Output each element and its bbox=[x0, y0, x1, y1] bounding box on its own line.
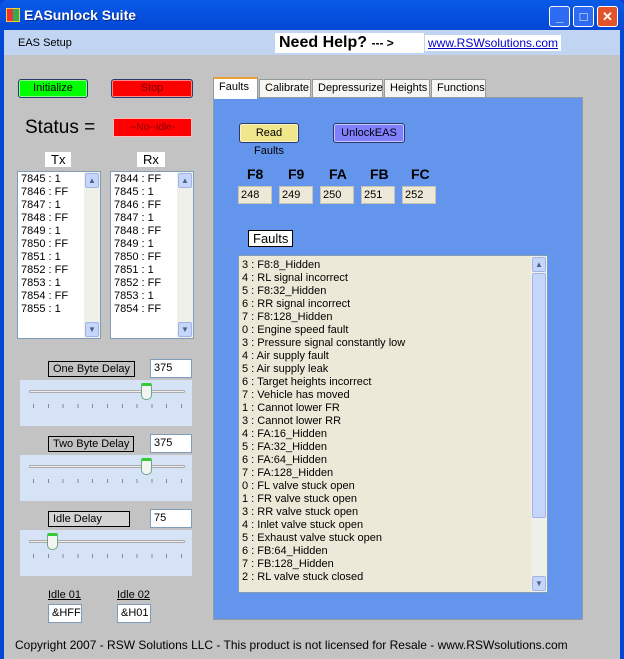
list-item[interactable]: 4 : FA:16_Hidden bbox=[242, 428, 544, 441]
slider-value-input[interactable]: 375 bbox=[150, 434, 192, 453]
list-item[interactable]: 7 : FA:128_Hidden bbox=[242, 467, 544, 480]
list-item[interactable]: 6 : FA:64_Hidden bbox=[242, 454, 544, 467]
stop-button[interactable]: Stop bbox=[111, 79, 193, 98]
delay-slider[interactable] bbox=[20, 530, 192, 576]
close-button[interactable]: ✕ bbox=[597, 6, 618, 27]
idle01-input[interactable]: &HFF bbox=[48, 604, 82, 623]
app-icon bbox=[6, 8, 20, 22]
initialize-button[interactable]: Initialize bbox=[18, 79, 88, 98]
slider-label: One Byte Delay bbox=[48, 361, 136, 377]
list-item[interactable]: 0 : FL valve stuck open bbox=[242, 480, 544, 493]
delay-slider[interactable] bbox=[20, 455, 192, 501]
register-value: 250 bbox=[320, 186, 354, 204]
tx-list[interactable]: 7845 : 1 7846 : FF 7847 : 1 7848 : FF 7849 :… bbox=[17, 171, 101, 339]
list-item[interactable]: 3 : Cannot lower RR bbox=[242, 415, 544, 428]
scroll-thumb[interactable] bbox=[532, 273, 546, 518]
list-item[interactable]: 7 : FB:128_Hidden bbox=[242, 558, 544, 571]
window: EASunlock Suite _ □ ✕ EAS Setup Need Hel… bbox=[0, 0, 624, 659]
client-area: EAS Setup Need Help? --- > www.RSWsoluti… bbox=[4, 30, 620, 659]
idle02-label: Idle 02 bbox=[117, 589, 151, 601]
register-header: FC bbox=[411, 166, 430, 182]
slider-ticks bbox=[33, 479, 183, 483]
list-item[interactable]: 5 : Air supply leak bbox=[242, 363, 544, 376]
register-value: 252 bbox=[402, 186, 436, 204]
list-item[interactable]: 5 : FA:32_Hidden bbox=[242, 441, 544, 454]
scroll-down-icon[interactable]: ▼ bbox=[178, 322, 192, 337]
scroll-up-icon[interactable]: ▲ bbox=[178, 173, 192, 188]
tab-functions[interactable]: Functions bbox=[431, 79, 486, 98]
list-item[interactable]: 3 : RR valve stuck open bbox=[242, 506, 544, 519]
register-value: 249 bbox=[279, 186, 313, 204]
slider-thumb[interactable] bbox=[141, 458, 152, 475]
slider-track bbox=[29, 465, 185, 468]
arrow-text: --- > bbox=[371, 36, 394, 50]
slider-ticks bbox=[33, 404, 183, 408]
list-item[interactable]: 5 : F8:32_Hidden bbox=[242, 285, 544, 298]
list-item[interactable]: 3 : F8:8_Hidden bbox=[242, 259, 544, 272]
list-item[interactable]: 0 : Engine speed fault bbox=[242, 324, 544, 337]
unlock-eas-button[interactable]: UnlockEAS bbox=[333, 123, 405, 143]
list-item[interactable]: 7 : Vehicle has moved bbox=[242, 389, 544, 402]
scroll-down-icon[interactable]: ▼ bbox=[532, 576, 546, 591]
website-link[interactable]: www.RSWsolutions.com bbox=[425, 35, 562, 51]
rx-label: Rx bbox=[137, 152, 165, 167]
list-item[interactable]: 4 : Air supply fault bbox=[242, 350, 544, 363]
tab-depressurize[interactable]: Depressurize bbox=[312, 79, 383, 98]
slider-value-input[interactable]: 75 bbox=[150, 509, 192, 528]
list-item[interactable]: 4 : RL signal incorrect bbox=[242, 272, 544, 285]
list-item[interactable]: 6 : Target heights incorrect bbox=[242, 376, 544, 389]
slider-thumb[interactable] bbox=[47, 533, 59, 550]
delay-slider[interactable] bbox=[20, 380, 192, 426]
slider-track bbox=[29, 390, 185, 393]
menu-bar: EAS Setup Need Help? --- > www.RSWsoluti… bbox=[4, 30, 620, 55]
scroll-down-icon[interactable]: ▼ bbox=[85, 322, 99, 337]
list-item[interactable]: 4 : Inlet valve stuck open bbox=[242, 519, 544, 532]
scrollbar[interactable]: ▲ ▼ bbox=[531, 256, 547, 592]
idle02-input[interactable]: &H01 bbox=[117, 604, 151, 623]
maximize-button[interactable]: □ bbox=[573, 6, 594, 27]
scroll-up-icon[interactable]: ▲ bbox=[85, 173, 99, 188]
register-value: 248 bbox=[238, 186, 272, 204]
scrollbar[interactable]: ▲ ▼ bbox=[177, 172, 193, 338]
register-header: F8 bbox=[247, 166, 264, 182]
footer-copyright: Copyright 2007 - RSW Solutions LLC - Thi… bbox=[15, 638, 568, 652]
list-item[interactable]: 6 : RR signal incorrect bbox=[242, 298, 544, 311]
status-badge: --No--Idle- bbox=[113, 118, 192, 137]
scroll-up-icon[interactable]: ▲ bbox=[532, 257, 546, 272]
need-help-label: Need Help? --- > bbox=[275, 33, 424, 53]
slider-value-input[interactable]: 375 bbox=[150, 359, 192, 378]
faults-panel: Read Faults UnlockEAS F8 248 F9 249 FA 250 FB 2… bbox=[213, 97, 583, 620]
list-item[interactable]: 6 : FB:64_Hidden bbox=[242, 545, 544, 558]
faults-list-label: Faults bbox=[248, 230, 294, 247]
minimize-button[interactable]: _ bbox=[549, 6, 570, 27]
rx-list[interactable]: 7844 : FF 7845 : 1 7846 : FF 7847 : 1 7848 :… bbox=[110, 171, 194, 339]
slider-label: Two Byte Delay bbox=[48, 436, 135, 452]
scrollbar[interactable]: ▲ ▼ bbox=[84, 172, 100, 338]
slider-label: Idle Delay bbox=[48, 511, 130, 527]
register-value: 251 bbox=[361, 186, 395, 204]
list-item[interactable]: 3 : Pressure signal constantly low bbox=[242, 337, 544, 350]
register-header: FA bbox=[329, 166, 347, 182]
list-item[interactable]: 1 : Cannot lower FR bbox=[242, 402, 544, 415]
window-title: EASunlock Suite bbox=[24, 7, 137, 23]
tab-faults[interactable]: Faults bbox=[213, 77, 258, 99]
menu-eas-setup[interactable]: EAS Setup bbox=[18, 37, 72, 49]
need-help-text: Need Help? bbox=[279, 34, 368, 51]
list-item[interactable]: 2 : RL valve stuck closed bbox=[242, 571, 544, 584]
tab-calibrate[interactable]: Calibrate bbox=[259, 79, 311, 98]
register-header: FB bbox=[370, 166, 389, 182]
list-item[interactable]: 5 : Exhaust valve stuck open bbox=[242, 532, 544, 545]
tab-heights[interactable]: Heights bbox=[384, 79, 430, 98]
idle01-label: Idle 01 bbox=[48, 589, 82, 601]
tx-label: Tx bbox=[45, 152, 72, 167]
read-faults-button[interactable]: Read Faults bbox=[239, 123, 299, 157]
slider-thumb[interactable] bbox=[141, 383, 152, 400]
list-item[interactable]: 7 : F8:128_Hidden bbox=[242, 311, 544, 324]
status-label: Status = bbox=[25, 117, 96, 138]
faults-list[interactable]: 3 : F8:8_Hidden 4 : RL signal incorrect 5 … bbox=[238, 255, 548, 593]
register-header: F9 bbox=[288, 166, 305, 182]
list-item[interactable]: 1 : FR valve stuck open bbox=[242, 493, 544, 506]
slider-ticks bbox=[33, 554, 183, 558]
